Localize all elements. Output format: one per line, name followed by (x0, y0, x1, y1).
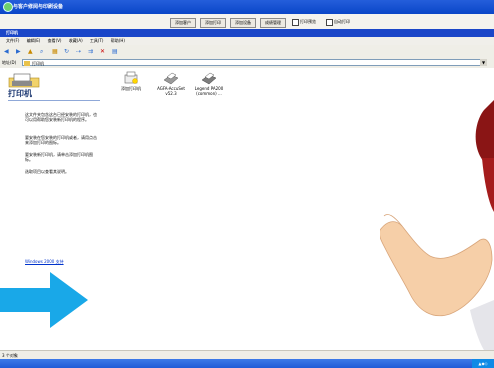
history-icon[interactable]: ↻ (64, 48, 71, 55)
top-button-2[interactable]: 添加打印 (200, 18, 226, 28)
cartoon-hand-figure (380, 100, 494, 350)
taskbar: ▲◆◇ (0, 359, 494, 368)
printers-folder-icon (8, 73, 40, 88)
address-bar: 地址(D) 打印机 ▼ (0, 58, 494, 68)
arrow-right-icon (0, 272, 88, 328)
tray-icons: ▲◆◇ (478, 361, 488, 366)
app-title: 与客户修阅与印刷设备 (13, 4, 64, 10)
address-label: 地址(D) (2, 60, 17, 65)
status-bar: 3 个对象 (0, 350, 494, 359)
forward-icon[interactable]: ▶ (16, 48, 23, 55)
pane-paragraph-2: 要安装在您安装的打印机或者，请用点击来添加打印的图标。 (25, 135, 97, 145)
menu-bar: 文件(F) 编辑(E) 查看(V) 收藏(A) 工具(T) 帮助(H) (0, 37, 494, 45)
checkbox-icon (292, 18, 299, 26)
menu-file[interactable]: 文件(F) (6, 38, 19, 43)
toolbar: ◀ ▶ ▲ ⌕ ▦ ↻ ⇢ ⇉ ✕ ▤ (0, 45, 494, 59)
printer-icon (163, 72, 179, 85)
printer-icon (201, 72, 217, 85)
checkbox-icon (326, 18, 333, 26)
printer-label: 添加打印机 (121, 86, 141, 91)
check-print-preview[interactable]: 打印预览 (292, 18, 316, 26)
delete-icon[interactable]: ✕ (100, 48, 107, 55)
copy-to-icon[interactable]: ⇉ (88, 48, 95, 55)
menu-edit[interactable]: 编辑(E) (27, 38, 41, 43)
chevron-down-icon[interactable]: ▼ (480, 59, 487, 66)
check-auto-print[interactable]: 自动打印 (326, 18, 350, 26)
printer-item-agfa[interactable]: AGFA-AccuSet v52.3 (152, 71, 190, 96)
printer-label: AGFA-AccuSet v52.3 (157, 86, 185, 96)
top-button-1[interactable]: 添加客户 (170, 18, 196, 28)
app-icon (3, 2, 13, 12)
folders-icon[interactable]: ▦ (52, 48, 59, 55)
status-text: 3 个对象 (2, 353, 18, 358)
pane-divider (8, 100, 100, 101)
add-printer-icon (124, 71, 138, 84)
top-button-4[interactable]: 成绩管理 (260, 18, 286, 28)
folder-icon (24, 61, 30, 66)
menu-view[interactable]: 查看(V) (48, 38, 62, 43)
search-icon[interactable]: ⌕ (40, 48, 47, 55)
pane-paragraph-1: 这文件夹包含这台已经安装的打印机，也可以用帮助您安装新打印机的程序。 (25, 112, 97, 122)
printer-item-add[interactable]: 添加打印机 (116, 71, 146, 91)
pane-header: 打印机 (8, 89, 32, 98)
top-button-3[interactable]: 添加设备 (230, 18, 256, 28)
up-folder-icon[interactable]: ▲ (28, 48, 35, 55)
address-input[interactable]: 打印机 (22, 59, 482, 66)
printer-label: Legend PA200 (common) ... (194, 86, 224, 96)
printer-item-legend[interactable]: Legend PA200 (common) ... (190, 71, 228, 96)
back-icon[interactable]: ◀ (4, 48, 11, 55)
pane-paragraph-4: 选取项目以查看其说明。 (25, 169, 69, 174)
menu-tools[interactable]: 工具(T) (90, 38, 104, 43)
pane-paragraph-3: 要安装新打印机，请单击添加打印机图标。 (25, 152, 93, 162)
window-title: 打印机 (0, 29, 494, 37)
move-to-icon[interactable]: ⇢ (76, 48, 83, 55)
windows-support-link[interactable]: Windows 2000 支持 (25, 259, 64, 265)
system-tray[interactable]: ▲◆◇ (472, 359, 494, 368)
menu-help[interactable]: 帮助(H) (111, 38, 125, 43)
menu-favorites[interactable]: 收藏(A) (69, 38, 83, 43)
app-title-bar: 与客户修阅与印刷设备 (0, 0, 494, 14)
views-icon[interactable]: ▤ (112, 48, 119, 55)
top-button-bar: 添加客户 添加打印 添加设备 成绩管理 打印预览 自动打印 (0, 14, 494, 29)
